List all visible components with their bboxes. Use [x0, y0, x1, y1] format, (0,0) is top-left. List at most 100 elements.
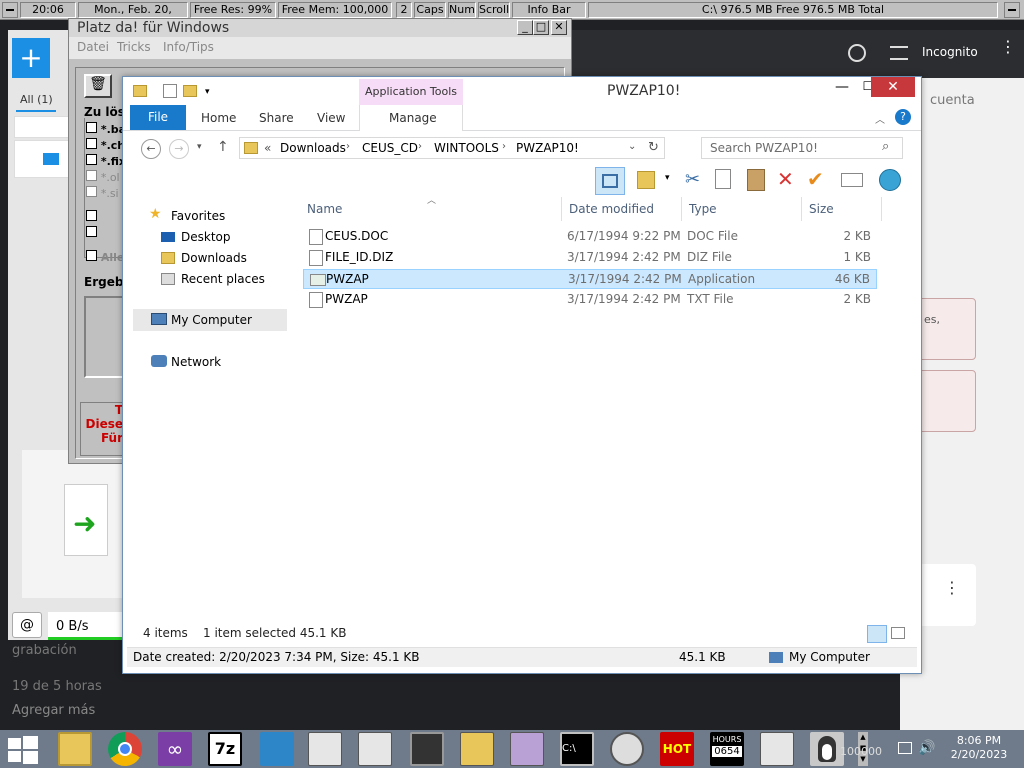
- close-button[interactable]: ✕: [551, 20, 567, 35]
- nav-desktop[interactable]: Desktop: [181, 231, 231, 243]
- recent-locations-icon[interactable]: ▾: [197, 142, 202, 152]
- paint-icon[interactable]: [510, 732, 544, 766]
- search-icon[interactable]: [848, 44, 866, 62]
- network-tray-icon[interactable]: [898, 742, 912, 754]
- tab-file[interactable]: File: [130, 105, 186, 130]
- search-icon[interactable]: ⌕: [882, 140, 889, 153]
- nav-favorites[interactable]: Favorites: [171, 210, 225, 222]
- tab-view[interactable]: View: [317, 112, 345, 124]
- column-name[interactable]: Name: [307, 203, 342, 215]
- hours-icon[interactable]: HOURS 0654: [710, 732, 744, 766]
- chrome-icon[interactable]: [108, 732, 142, 766]
- penguin-icon[interactable]: [810, 732, 844, 766]
- tab-manage[interactable]: Manage: [389, 112, 437, 124]
- cb-row-2[interactable]: *.ch: [86, 138, 125, 152]
- add-more-link[interactable]: Agregar más: [12, 704, 95, 717]
- 7zip-icon[interactable]: 7z: [208, 732, 242, 766]
- snail-icon[interactable]: @: [12, 612, 42, 638]
- nav-network[interactable]: Network: [171, 356, 221, 368]
- help-icon[interactable]: ?: [895, 109, 911, 125]
- cb-row-4[interactable]: *.ol: [86, 170, 120, 184]
- table-row[interactable]: CEUS.DOC 6/17/1994 9:22 PM DOC File 2 KB: [303, 227, 877, 247]
- menu-tricks[interactable]: Tricks: [117, 41, 151, 53]
- back-button[interactable]: ←: [141, 139, 161, 159]
- close-button[interactable]: ✕: [871, 77, 915, 97]
- tab-home[interactable]: Home: [201, 112, 236, 124]
- cb-alle[interactable]: Alle: [86, 250, 124, 264]
- column-date-modified[interactable]: Date modified: [569, 203, 654, 215]
- layout-icon[interactable]: [595, 167, 625, 195]
- table-row[interactable]: PWZAP 3/17/1994 2:42 PM TXT File 2 KB: [303, 290, 877, 310]
- menu-icon[interactable]: [890, 46, 908, 60]
- window-icon-2[interactable]: [358, 732, 392, 766]
- delete-tool-icon[interactable]: 🗑: [84, 74, 112, 98]
- minimize-button[interactable]: _: [517, 20, 533, 35]
- visual-studio-icon[interactable]: ∞: [158, 732, 192, 766]
- copy-icon[interactable]: [715, 169, 731, 189]
- clock[interactable]: 8:06 PM 2/20/2023: [934, 734, 1024, 766]
- column-size[interactable]: Size: [809, 203, 834, 215]
- nav-recent-places[interactable]: Recent places: [181, 273, 265, 285]
- volume-tray-icon[interactable]: 🔊: [918, 740, 935, 756]
- address-prefix[interactable]: «: [264, 142, 271, 154]
- info-bar-label[interactable]: Info Bar: [512, 2, 586, 18]
- globe-icon[interactable]: [879, 169, 901, 191]
- start-button[interactable]: [8, 736, 38, 764]
- address-segment-ceus[interactable]: CEUS_CD: [362, 142, 418, 154]
- cb-row-3[interactable]: *.fix: [86, 154, 126, 168]
- ribbon-expand-icon[interactable]: ︿: [875, 111, 885, 126]
- properties-icon[interactable]: [163, 84, 177, 98]
- address-bar[interactable]: « Downloads › CEUS_CD › WINTOOLS › PWZAP…: [239, 137, 665, 159]
- list-row-1[interactable]: [14, 116, 74, 138]
- terminal-icon[interactable]: C:\: [560, 732, 594, 766]
- remote-icon[interactable]: [260, 732, 294, 766]
- address-segment-wintools[interactable]: WINTOOLS: [434, 142, 499, 154]
- refresh-icon[interactable]: ↻: [648, 141, 659, 154]
- forward-button[interactable]: →: [169, 139, 189, 159]
- more-options-icon[interactable]: ⋮: [1000, 39, 1016, 62]
- up-button[interactable]: ↑: [217, 139, 229, 155]
- address-segment-downloads[interactable]: Downloads: [280, 142, 346, 154]
- options-dropdown-icon[interactable]: ▾: [665, 173, 670, 183]
- add-button[interactable]: +: [12, 38, 50, 78]
- minimize-button[interactable]: —: [829, 79, 855, 99]
- column-type[interactable]: Type: [689, 203, 717, 215]
- quick-access-dropdown-icon[interactable]: ▾: [205, 87, 210, 97]
- menu-info-tips[interactable]: Info/Tips: [163, 41, 214, 53]
- cb-row-1[interactable]: *.ba: [86, 122, 126, 136]
- file-explorer-icon[interactable]: [58, 732, 92, 766]
- window-icon[interactable]: [308, 732, 342, 766]
- checkmark-icon[interactable]: ✔: [807, 167, 824, 191]
- maximize-button[interactable]: □: [533, 20, 549, 35]
- new-folder-icon[interactable]: [183, 85, 197, 97]
- address-segment-pwzap[interactable]: PWZAP10!: [516, 142, 579, 154]
- folder-options-icon[interactable]: [637, 171, 655, 189]
- close-infobar-icon[interactable]: [1004, 2, 1020, 18]
- paste-icon[interactable]: [747, 169, 765, 191]
- hot-icon[interactable]: HOT: [660, 732, 694, 766]
- list-row-2[interactable]: [14, 140, 74, 178]
- display-icon[interactable]: [460, 732, 494, 766]
- table-row[interactable]: PWZAP 3/17/1994 2:42 PM Application 46 KB: [303, 269, 877, 289]
- disk-icon[interactable]: [610, 732, 644, 766]
- delete-icon[interactable]: ✕: [777, 167, 794, 191]
- address-dropdown-icon[interactable]: ⌄: [628, 142, 636, 152]
- search-input[interactable]: Search PWZAP10! ⌕: [701, 137, 903, 159]
- window-icon-3[interactable]: [760, 732, 794, 766]
- app-menu-icon[interactable]: [2, 2, 18, 18]
- rename-icon[interactable]: [841, 173, 863, 187]
- cb-blank-2[interactable]: [86, 226, 97, 237]
- table-row[interactable]: FILE_ID.DIZ 3/17/1994 2:42 PM DIZ File 1 KB: [303, 248, 877, 268]
- nav-my-computer[interactable]: My Computer: [171, 314, 252, 326]
- cb-row-5[interactable]: *.si: [86, 186, 119, 200]
- all-tab[interactable]: All (1): [20, 94, 53, 105]
- menu-datei[interactable]: Datei: [77, 41, 109, 53]
- large-icons-view-icon[interactable]: [891, 627, 905, 639]
- tab-share[interactable]: Share: [259, 112, 294, 124]
- nav-downloads[interactable]: Downloads: [181, 252, 247, 264]
- cut-icon[interactable]: ✂: [685, 169, 700, 190]
- more-vert-icon[interactable]: ⋮: [944, 578, 960, 597]
- monitor-icon[interactable]: [410, 732, 444, 766]
- details-view-icon[interactable]: [867, 625, 887, 643]
- cb-blank-1[interactable]: [86, 210, 97, 221]
